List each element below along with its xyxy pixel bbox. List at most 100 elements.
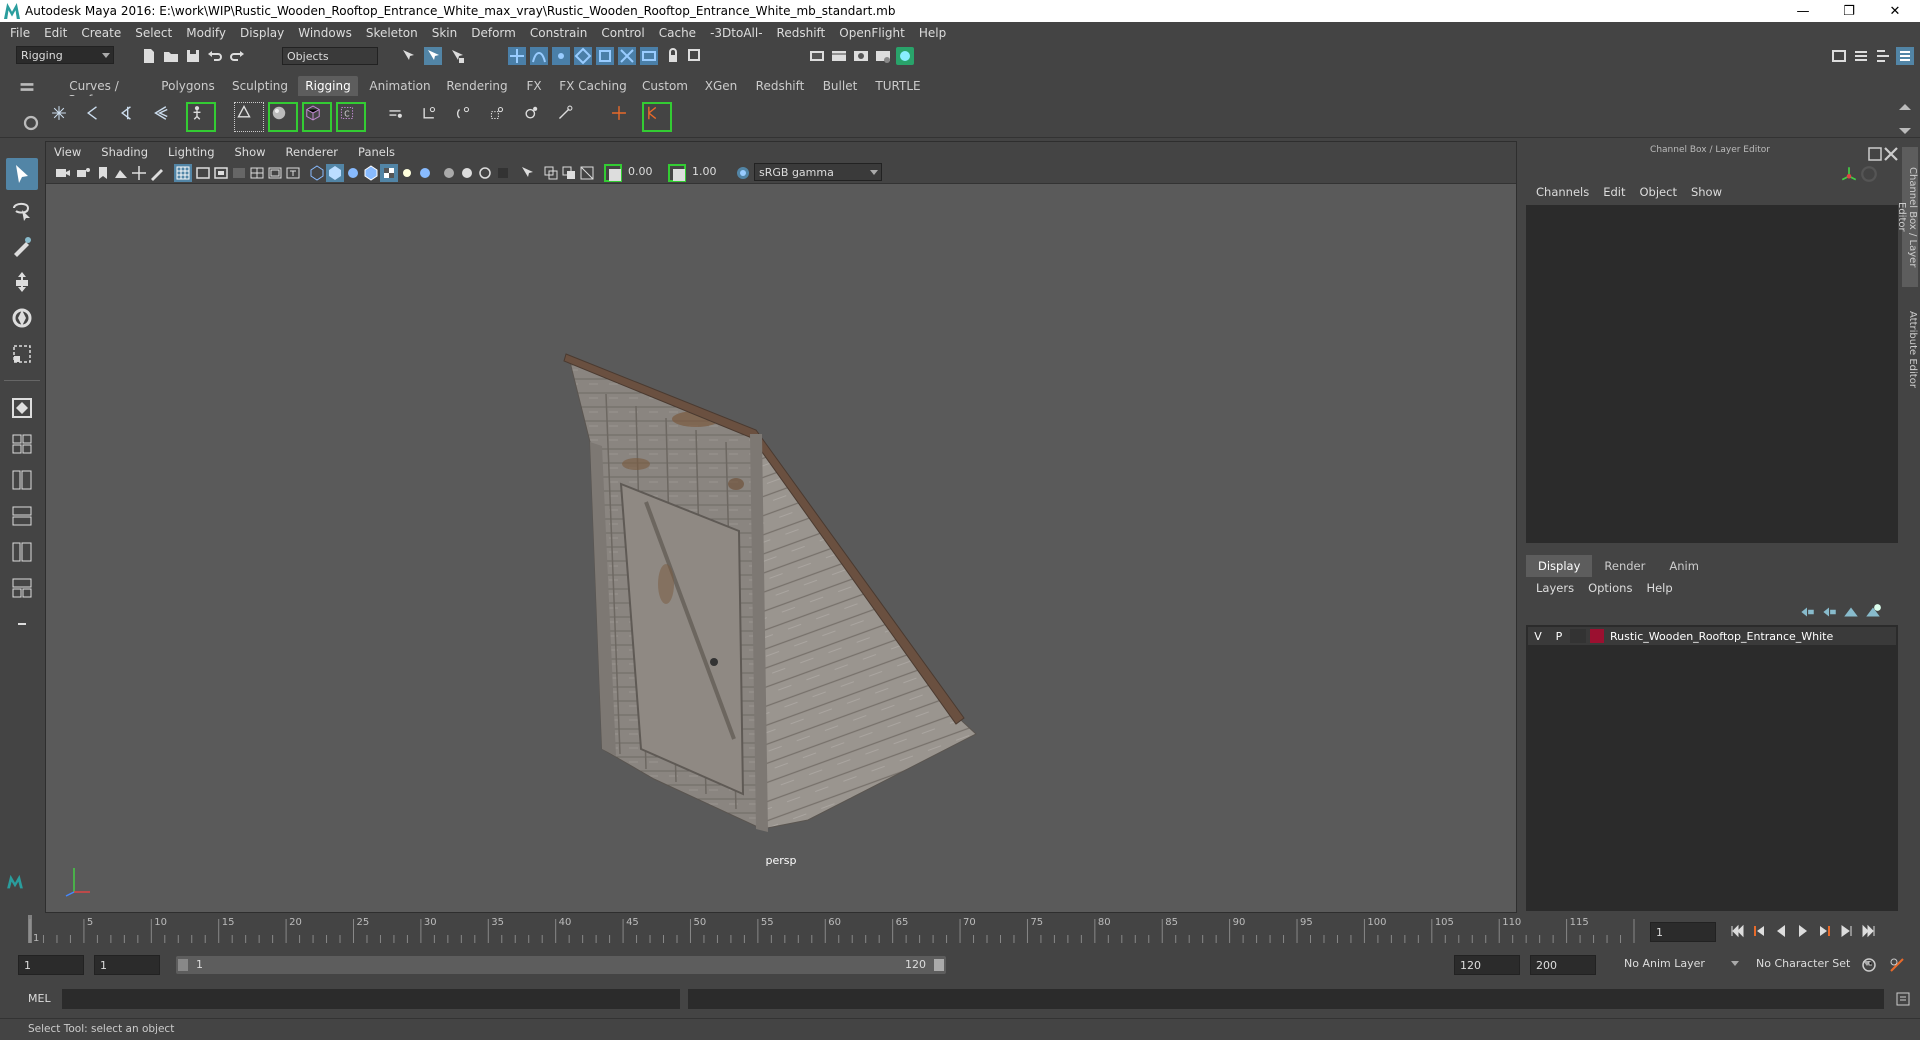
screen-space-ao-icon[interactable] [440,164,458,182]
wireframe-on-shaded-icon[interactable] [362,164,380,182]
render-settings-icon[interactable] [874,47,892,65]
auto-key-icon[interactable] [1860,956,1878,974]
save-scene-icon[interactable] [184,47,202,65]
current-frame-marker[interactable] [28,915,32,943]
attribute-editor-toggle-icon[interactable] [1852,47,1870,65]
viewport-menu-view[interactable]: View [54,145,81,159]
aim-constraint-icon[interactable] [420,104,446,130]
camera-attributes-icon[interactable] [74,164,92,182]
show-menu[interactable]: Show [1691,185,1722,203]
snap-curve-icon[interactable] [530,47,548,65]
render-frame-icon[interactable] [830,47,848,65]
exposure-field[interactable]: 0.00 [624,163,664,181]
xray-icon[interactable] [542,164,560,182]
minimize-button[interactable]: — [1780,0,1826,22]
select-object-icon[interactable] [424,47,442,65]
pole-vector-icon[interactable] [556,104,582,130]
locator-icon[interactable] [610,104,636,130]
depth-of-field-icon[interactable] [494,164,512,182]
tab-rigging[interactable]: Rigging [298,76,358,96]
menu-cache[interactable]: Cache [653,26,704,40]
persp-graph-layout-icon[interactable] [6,500,38,532]
lock-icon[interactable] [664,47,682,65]
tab-rendering[interactable]: Rendering [444,76,510,96]
menu-skin[interactable]: Skin [426,26,466,40]
layer-playback-toggle[interactable]: P [1548,630,1570,643]
viewport-menu-lighting[interactable]: Lighting [168,145,214,159]
default-material-icon[interactable] [344,164,362,182]
step-back-frame-icon[interactable] [1772,922,1790,940]
ik-spline-icon[interactable] [118,104,144,130]
close-panel-icon[interactable] [1882,145,1898,161]
channel-box-toggle-icon[interactable] [1896,47,1914,65]
two-d-pan-zoom-icon[interactable] [130,164,148,182]
field-chart-icon[interactable] [248,164,266,182]
range-start-handle[interactable] [178,959,188,971]
menuset-dropdown[interactable]: Rigging [16,46,114,64]
outliner-layout-icon[interactable] [6,536,38,568]
menu-redshift[interactable]: Redshift [771,26,834,40]
gate-mask-icon[interactable] [230,164,248,182]
move-layer-down-icon[interactable] [1820,603,1836,619]
snap-edge-icon[interactable] [640,47,658,65]
help-menu[interactable]: Help [1646,581,1672,599]
menu-modify[interactable]: Modify [180,26,234,40]
menu-file[interactable]: File [4,26,38,40]
grid-toggle-icon[interactable] [174,164,192,182]
viewport-menu-show[interactable]: Show [235,145,266,159]
time-ruler[interactable]: 15 10 15 20 25 30 35 40 45 50 55 60 65 70 75 80 85 90 95 10… [22,913,1637,945]
range-end-handle[interactable] [934,959,944,971]
menu-openflight[interactable]: OpenFlight [833,26,913,40]
use-all-lights-icon[interactable] [398,164,416,182]
color-management-icon[interactable] [734,164,752,182]
speed-icon[interactable] [1860,165,1877,182]
snap-view-plane-icon[interactable] [574,47,592,65]
layout-options-icon[interactable] [6,608,38,640]
channels-menu[interactable]: Channels [1536,185,1589,203]
textured-icon[interactable] [380,164,398,182]
paint-select-tool-icon[interactable] [6,230,38,262]
isolate-select-icon[interactable] [518,164,536,182]
menu-constrain[interactable]: Constrain [524,26,596,40]
tab-anim[interactable]: Anim [1657,555,1711,577]
channel-box-body[interactable] [1526,205,1898,543]
xray-joints-icon[interactable] [560,164,578,182]
animation-end-field[interactable]: 200 [1530,955,1596,975]
new-layer-from-selection-icon[interactable] [1864,603,1881,619]
playback-start-field[interactable]: 1 [94,955,160,975]
manipulator-icon[interactable] [1840,165,1857,181]
view-transform-dropdown[interactable]: sRGB gamma [754,163,882,181]
tab-xgen[interactable]: XGen [698,76,744,96]
lasso-tool-icon[interactable] [6,194,38,226]
tool-settings-toggle-icon[interactable] [1874,47,1892,65]
tab-sculpting[interactable]: Sculpting [228,76,292,96]
point-constraint-icon[interactable] [386,104,412,130]
rooftop-entrance-model[interactable] [46,184,1516,912]
time-slider[interactable]: 1 5 10 15 20 25 30 35 40 45 50 55 60 65 70 75 80 85 90 95 10… [22,913,1637,945]
layer-visibility-toggle[interactable]: V [1528,630,1548,643]
shelf-scroll-up-icon[interactable] [1896,98,1911,110]
viewport-canvas[interactable] [46,184,1516,912]
safe-action-icon[interactable] [266,164,284,182]
single-perspective-layout-icon[interactable] [6,392,38,424]
select-hierarchy-icon[interactable] [400,47,418,65]
menu-help[interactable]: Help [913,26,954,40]
play-forward-icon[interactable] [1794,922,1812,940]
film-gate-icon[interactable] [194,164,212,182]
tab-turtle[interactable]: TURTLE [872,76,924,96]
float-panel-icon[interactable] [1866,145,1882,161]
move-layer-up-icon[interactable] [1798,603,1814,619]
gamma-icon[interactable] [668,164,686,182]
snap-surface-icon[interactable] [618,47,636,65]
skeleton-icon[interactable] [186,102,216,132]
ik-handle-icon[interactable] [84,104,110,130]
go-to-end-icon[interactable] [1860,922,1878,940]
layer-display-type-toggle[interactable] [1570,629,1586,643]
persp-outliner-layout-icon[interactable] [6,464,38,496]
character-set-dropdown[interactable]: No Character Set [1752,955,1874,975]
select-component-icon[interactable] [448,47,466,65]
selection-mode-dropdown[interactable]: Objects [282,47,378,65]
object-menu[interactable]: Object [1640,185,1677,203]
close-button[interactable]: ✕ [1872,0,1918,22]
open-scene-icon[interactable] [162,47,180,65]
